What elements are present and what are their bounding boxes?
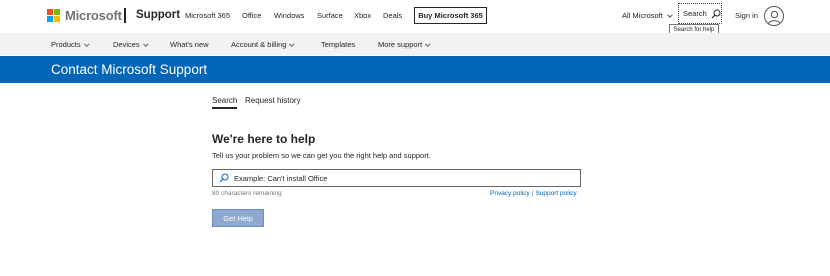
support-link[interactable]: Support [136, 9, 180, 21]
sub-nav: Products Devices What's new Account & bi… [0, 33, 830, 55]
chevron-down-icon [83, 41, 89, 46]
all-microsoft-menu[interactable]: All Microsoft [622, 11, 673, 20]
subnav-item-whats-new[interactable]: What's new [170, 40, 209, 49]
tab-search[interactable]: Search [212, 96, 237, 105]
subnav-item-products[interactable]: Products [51, 40, 89, 49]
privacy-policy-link[interactable]: Privacy policy [490, 190, 530, 197]
characters-remaining: 80 characters remaining [212, 190, 282, 197]
subnav-item-label: What's new [170, 40, 209, 49]
header-search-button[interactable]: Search [678, 3, 722, 24]
header-divider [124, 8, 126, 23]
help-heading: We're here to help [212, 132, 316, 146]
subnav-item-more-support[interactable]: More support [378, 40, 431, 49]
nav-surface[interactable]: Surface [317, 11, 343, 20]
policy-links: Privacy policy | Support policy [490, 190, 577, 197]
help-subtext: Tell us your problem so we can get you t… [212, 151, 431, 160]
problem-search-input[interactable] [234, 173, 564, 183]
subnav-item-label: Devices [113, 40, 140, 49]
chevron-down-icon [142, 41, 148, 46]
chevron-down-icon [667, 11, 673, 18]
page-banner: Contact Microsoft Support [0, 56, 830, 83]
chevron-down-icon [425, 41, 431, 46]
sign-in-link[interactable]: Sign in [735, 11, 758, 20]
nav-windows[interactable]: Windows [274, 11, 304, 20]
microsoft-logo-icon [47, 9, 60, 22]
tab-request-history[interactable]: Request history [245, 96, 301, 105]
all-microsoft-label: All Microsoft [622, 11, 663, 20]
nav-xbox[interactable]: Xbox [354, 11, 371, 20]
active-tab-indicator [212, 107, 237, 109]
chevron-down-icon [289, 41, 295, 46]
subnav-item-label: Account & billing [231, 40, 287, 49]
search-icon [219, 173, 229, 183]
subnav-item-devices[interactable]: Devices [113, 40, 148, 49]
top-header: Microsoft Support Microsoft 365 Office W… [0, 0, 830, 35]
user-avatar-icon[interactable] [764, 6, 784, 26]
policy-separator: | [531, 190, 534, 197]
brand-name: Microsoft [65, 8, 122, 23]
buy-microsoft-365-button[interactable]: Buy Microsoft 365 [414, 7, 487, 24]
subnav-item-label: More support [378, 40, 423, 49]
subnav-item-label: Templates [321, 40, 356, 49]
microsoft-logo[interactable]: Microsoft [47, 8, 122, 23]
support-policy-link[interactable]: Support policy [535, 190, 576, 197]
subnav-item-label: Products [51, 40, 81, 49]
get-help-button[interactable]: Get Help [212, 209, 264, 227]
search-label: Search [683, 9, 707, 18]
problem-search-field[interactable] [212, 169, 581, 187]
nav-microsoft-365[interactable]: Microsoft 365 [185, 11, 230, 20]
subnav-item-account-billing[interactable]: Account & billing [231, 40, 295, 49]
nav-office[interactable]: Office [242, 11, 261, 20]
page-title: Contact Microsoft Support [51, 62, 208, 77]
nav-deals[interactable]: Deals [383, 11, 402, 20]
subnav-item-templates[interactable]: Templates [321, 40, 355, 49]
search-icon [711, 9, 721, 18]
